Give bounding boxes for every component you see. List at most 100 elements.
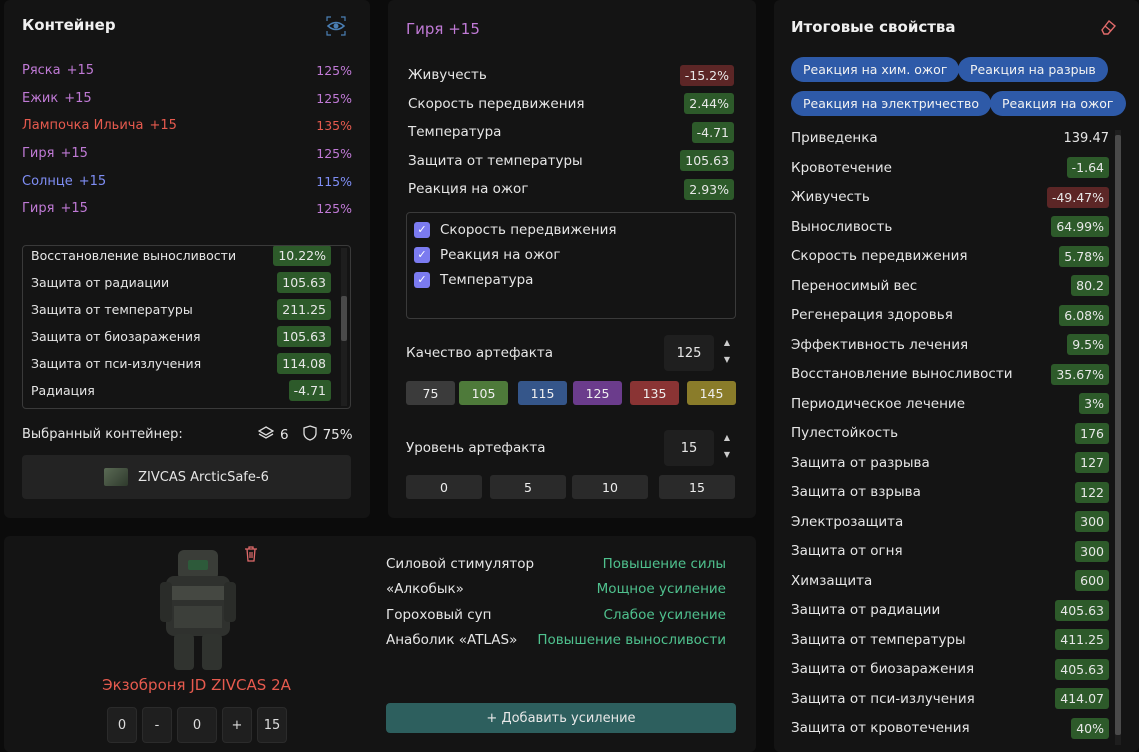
prop-value: 600 xyxy=(1075,570,1109,591)
container-select-button[interactable]: ZIVCAS ArcticSafe-6 xyxy=(22,455,351,499)
quality-down-icon[interactable]: ▼ xyxy=(719,355,735,364)
reaction-tag[interactable]: Реакция на ожог xyxy=(990,91,1126,116)
total-prop-row: Защита от кровотечения 40% xyxy=(791,716,1109,740)
container-artifact-item[interactable]: Солнце +15 115% xyxy=(22,167,352,195)
total-prop-row: Кровотечение -1.64 xyxy=(791,156,1109,180)
total-prop-row: Защита от огня 300 xyxy=(791,539,1109,563)
total-prop-row: Защита от разрыва 127 xyxy=(791,451,1109,475)
artifact-name: Ряска +15 xyxy=(22,63,94,78)
checkbox-checked-icon[interactable]: ✓ xyxy=(414,246,430,263)
quality-option-button[interactable]: 105 xyxy=(459,381,508,405)
boost-row[interactable]: Гороховый суп Слабое усиление xyxy=(386,602,726,628)
prop-value: 3% xyxy=(1079,393,1109,414)
eye-icon[interactable] xyxy=(326,16,346,36)
prop-value: 10.22% xyxy=(273,246,331,266)
artifact-name-text: Лампочка Ильича xyxy=(22,118,144,134)
checkbox-checked-icon[interactable]: ✓ xyxy=(414,221,430,238)
checkbox-label: Скорость передвижения xyxy=(440,221,617,238)
quality-option-button[interactable]: 115 xyxy=(518,381,567,405)
level-option-button[interactable]: 15 xyxy=(659,475,735,499)
armor-increment-button[interactable]: + xyxy=(222,707,252,743)
boost-row[interactable]: Силовой стимулятор Повышение силы xyxy=(386,551,726,577)
level-option-button[interactable]: 0 xyxy=(406,475,482,499)
artifact-name-text: Ряска xyxy=(22,63,61,79)
container-prop-row: Защита от радиации 105.63 xyxy=(31,269,331,296)
armor-image xyxy=(156,546,240,674)
armor-name: Экзоброня JD ZIVCAS 2A xyxy=(102,676,291,694)
container-artifact-item[interactable]: Ряска +15 125% xyxy=(22,57,352,85)
armor-min-button[interactable]: 0 xyxy=(107,707,137,743)
reaction-tag[interactable]: Реакция на электричество xyxy=(791,91,992,116)
prop-value: 114.08 xyxy=(277,353,331,374)
artifact-title: Гиря +15 xyxy=(406,20,480,38)
reaction-tag[interactable]: Реакция на хим. ожог xyxy=(791,57,960,82)
artifact-name-text: Солнце xyxy=(22,173,73,189)
container-prop-row: Восстановление выносливости 10.22% xyxy=(31,246,331,269)
prop-name: Температура xyxy=(408,124,502,141)
prop-name: Живучесть xyxy=(408,67,487,84)
property-checkbox-row[interactable]: ✓ Температура xyxy=(414,267,616,292)
quality-option-button[interactable]: 75 xyxy=(406,381,455,405)
container-prop-row: Радиация -4.71 xyxy=(31,377,331,404)
property-checkbox-row[interactable]: ✓ Скорость передвижения xyxy=(414,217,616,242)
quality-label: Качество артефакта xyxy=(406,345,554,361)
armor-decrement-button[interactable]: - xyxy=(142,707,172,743)
container-title: Контейнер xyxy=(22,16,116,34)
quality-option-button[interactable]: 125 xyxy=(573,381,622,405)
container-props-scroll-thumb[interactable] xyxy=(341,296,347,341)
level-option-button[interactable]: 10 xyxy=(572,475,648,499)
layers-icon xyxy=(257,425,275,445)
boost-effect: Мощное усиление xyxy=(596,581,726,598)
artifact-name: Гиря +15 xyxy=(22,146,88,161)
prop-value: 300 xyxy=(1075,511,1109,532)
eraser-icon[interactable] xyxy=(1098,17,1118,37)
artifact-prop-row: Скорость передвижения 2.44% xyxy=(408,90,734,119)
prop-name: Защита от биозаражения xyxy=(791,661,975,677)
total-prop-row: Электрозащита 300 xyxy=(791,510,1109,534)
container-artifact-item[interactable]: Ежик +15 125% xyxy=(22,85,352,113)
prop-value: 80.2 xyxy=(1071,275,1109,296)
prop-name: Защита от температуры xyxy=(791,631,966,648)
container-panel: Контейнер Ряска +15 125% Ежик +15 125% Лампочк… xyxy=(4,0,370,518)
checkbox-checked-icon[interactable]: ✓ xyxy=(414,271,430,288)
reaction-tag[interactable]: Реакция на разрыв xyxy=(958,57,1108,82)
container-artifact-item[interactable]: Гиря +15 125% xyxy=(22,195,352,223)
boost-name: Анаболик «ATLAS» xyxy=(386,632,518,649)
level-up-icon[interactable]: ▲ xyxy=(719,433,735,442)
prop-value: 211.25 xyxy=(277,299,331,320)
total-prop-row: Защита от пси-излучения 414.07 xyxy=(791,687,1109,711)
prop-name: Защита от температуры xyxy=(31,302,193,317)
prop-name: Химзащита xyxy=(791,572,873,589)
level-down-icon[interactable]: ▼ xyxy=(719,450,735,459)
totals-scroll-thumb[interactable] xyxy=(1115,135,1121,735)
total-prop-row: Скорость передвижения 5.78% xyxy=(791,244,1109,268)
prop-value: 105.63 xyxy=(277,326,331,347)
artifact-name: Ежик +15 xyxy=(22,91,92,106)
quality-input[interactable]: 125 xyxy=(664,335,714,371)
container-artifact-item[interactable]: Лампочка Ильича +15 135% xyxy=(22,112,352,140)
total-prop-row: Живучесть -49.47% xyxy=(791,185,1109,209)
property-checkbox-row[interactable]: ✓ Реакция на ожог xyxy=(414,242,616,267)
artifact-level: +15 xyxy=(149,118,177,134)
level-option-button[interactable]: 5 xyxy=(490,475,566,499)
armor-max-button[interactable]: 15 xyxy=(257,707,287,743)
add-boost-button[interactable]: + Добавить усиление xyxy=(386,703,736,733)
armor-level-input[interactable]: 0 xyxy=(177,707,217,743)
prop-value: 105.63 xyxy=(680,150,734,172)
total-prop-row: Регенерация здоровья 6.08% xyxy=(791,303,1109,327)
checkbox-label: Реакция на ожог xyxy=(440,246,561,263)
quality-option-button[interactable]: 145 xyxy=(687,381,736,405)
boost-row[interactable]: «Алкобык» Мощное усиление xyxy=(386,577,726,603)
trash-icon[interactable] xyxy=(241,544,261,564)
selected-container-name: ZIVCAS ArcticSafe-6 xyxy=(138,469,269,485)
prop-value: 127 xyxy=(1075,452,1109,473)
boost-row[interactable]: Анаболик «ATLAS» Повышение выносливости xyxy=(386,628,726,654)
container-artifact-item[interactable]: Гиря +15 125% xyxy=(22,140,352,168)
total-prop-row: Защита от взрыва 122 xyxy=(791,480,1109,504)
quality-up-icon[interactable]: ▲ xyxy=(719,338,735,347)
total-prop-row: Химзащита 600 xyxy=(791,569,1109,593)
level-input[interactable]: 15 xyxy=(664,430,714,466)
prop-value: 411.25 xyxy=(1055,629,1109,650)
artifact-percent: 125% xyxy=(316,63,352,79)
quality-option-button[interactable]: 135 xyxy=(630,381,679,405)
